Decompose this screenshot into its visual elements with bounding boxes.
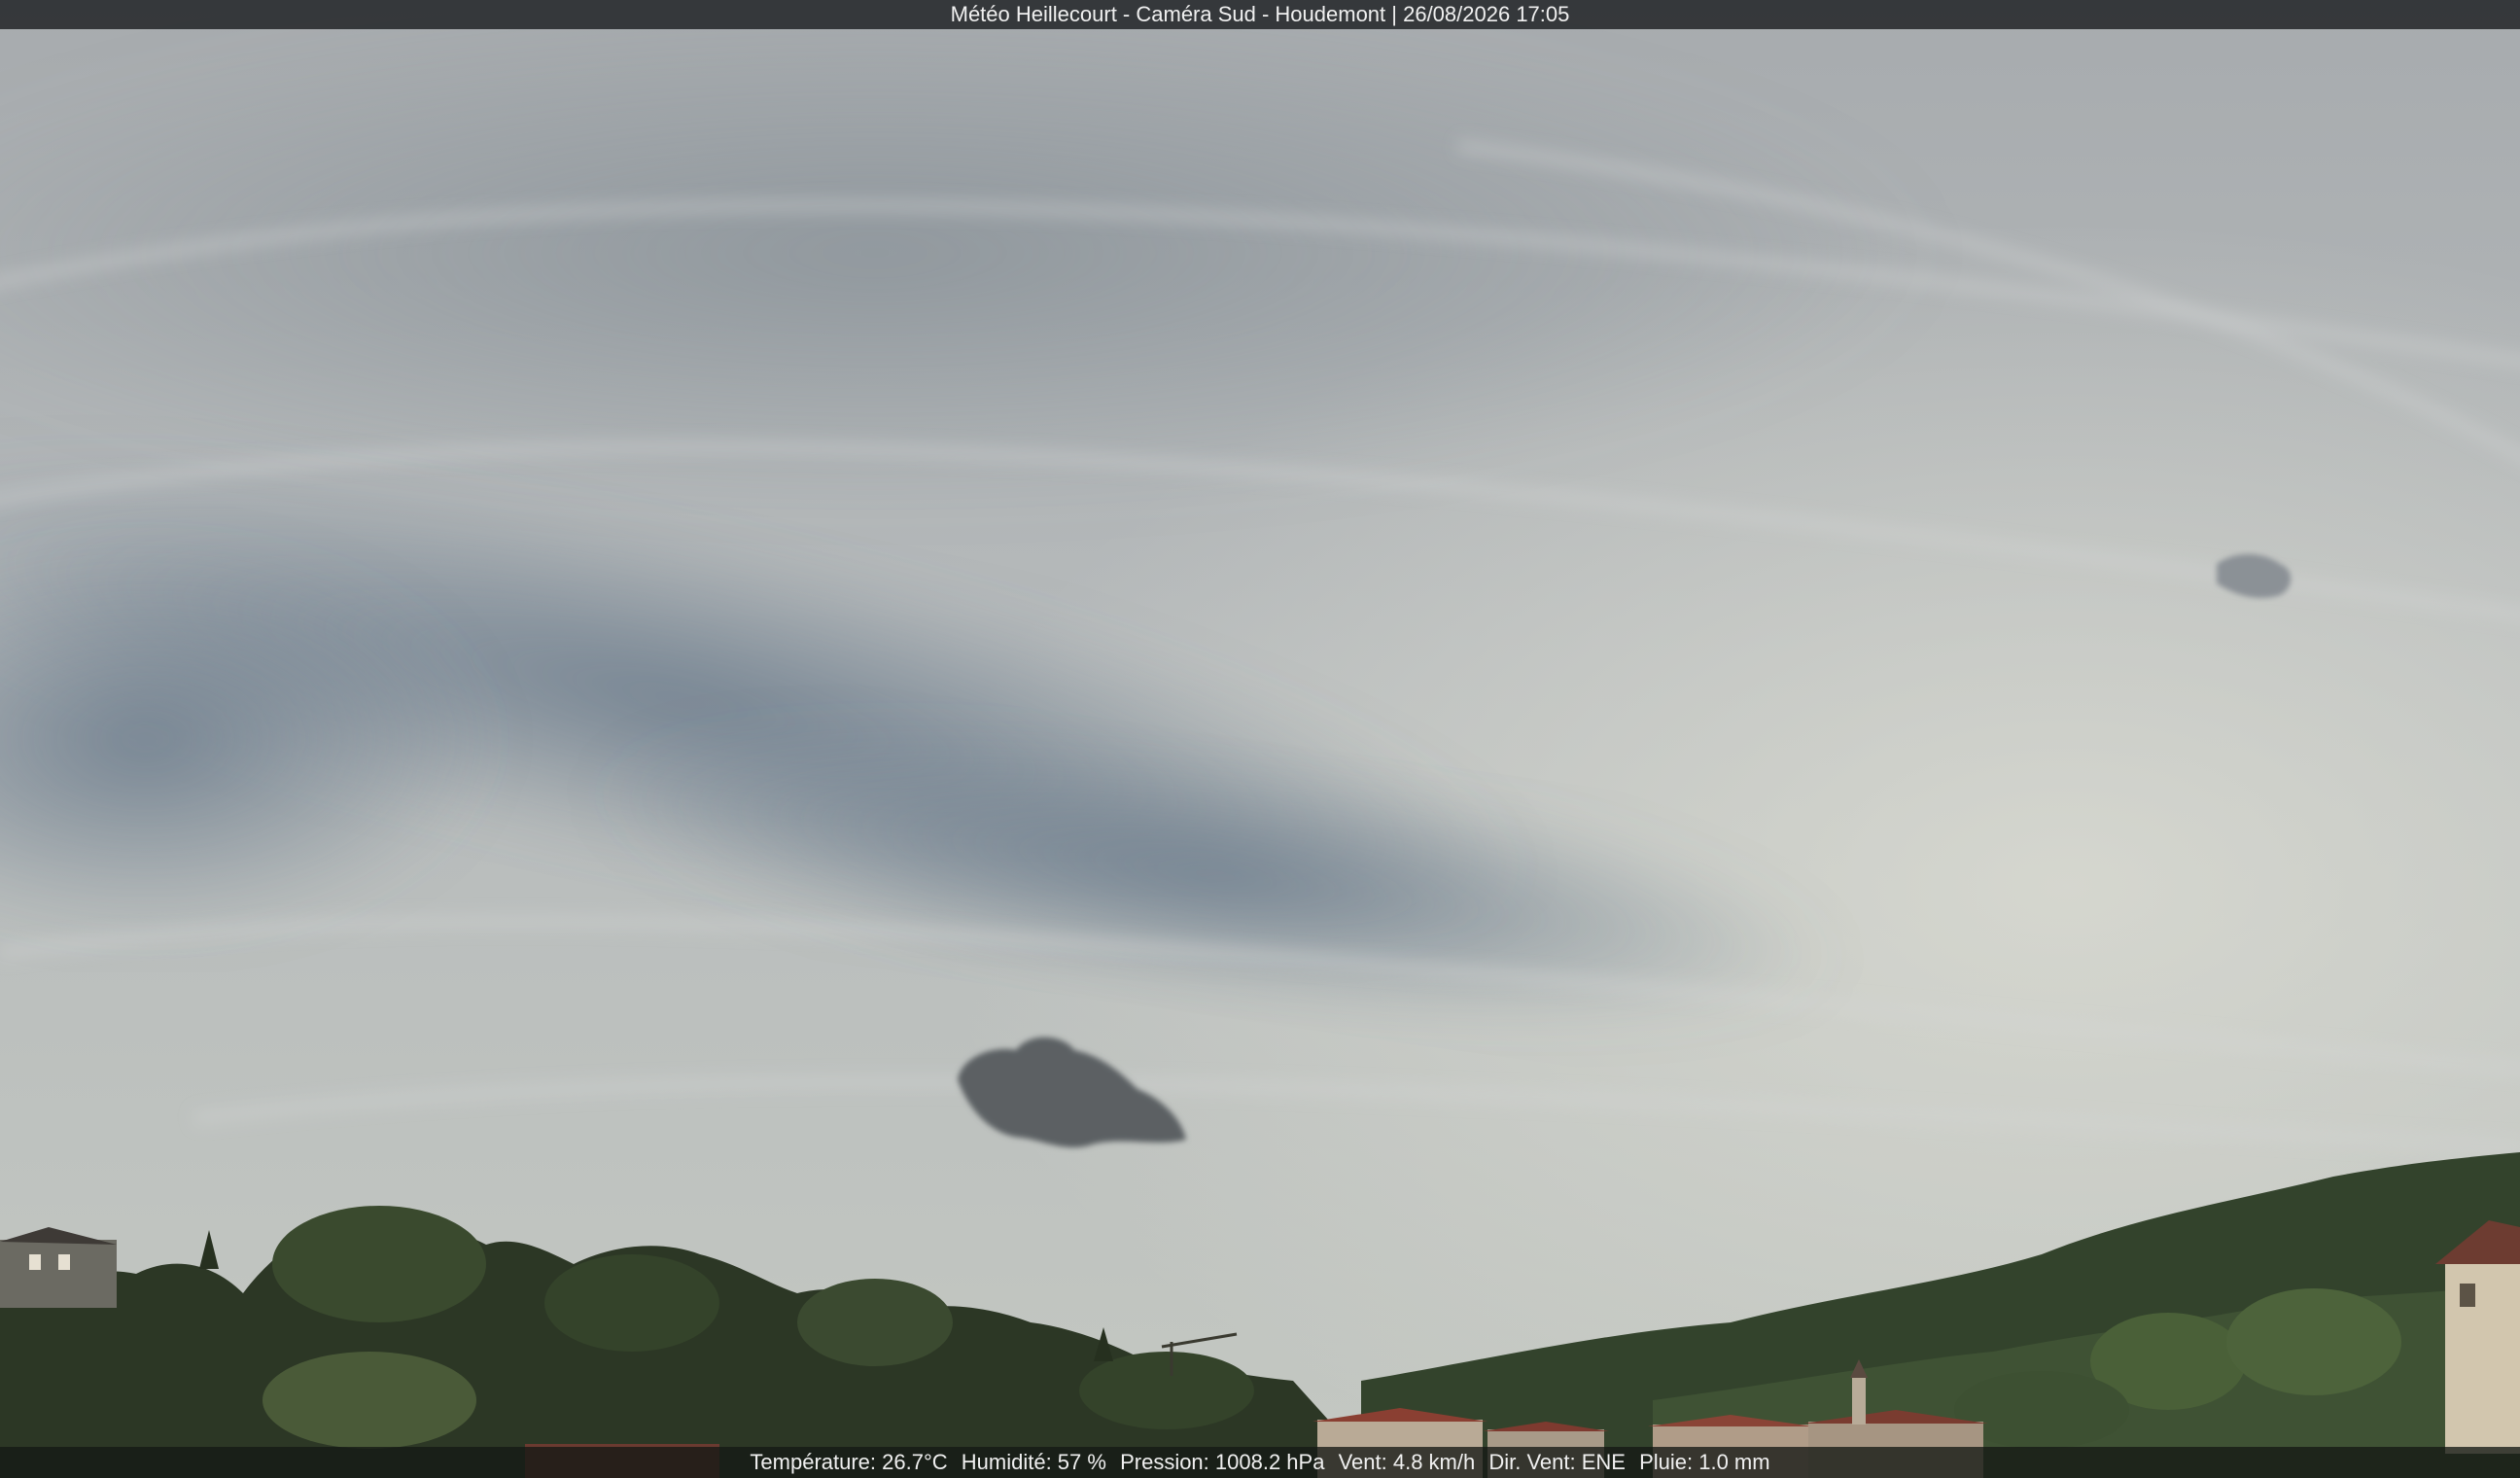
webcam-scene bbox=[0, 0, 2520, 1478]
wind-direction-readout: Dir. Vent: ENE bbox=[1488, 1450, 1626, 1474]
wind-speed-readout: Vent: 4.8 km/h bbox=[1338, 1450, 1476, 1474]
rain-readout: Pluie: 1.0 mm bbox=[1639, 1450, 1770, 1474]
weather-readout-overlay: Température: 26.7°C Humidité: 57 % Press… bbox=[0, 1447, 2520, 1478]
pressure-readout: Pression: 1008.2 hPa bbox=[1120, 1450, 1325, 1474]
webcam-frame: Météo Heillecourt - Caméra Sud - Houdemo… bbox=[0, 0, 2520, 1478]
humidity-readout: Humidité: 57 % bbox=[961, 1450, 1106, 1474]
camera-title: Météo Heillecourt - Caméra Sud - Houdemo… bbox=[950, 2, 1570, 26]
title-overlay: Météo Heillecourt - Caméra Sud - Houdemo… bbox=[0, 0, 2520, 29]
temperature-readout: Température: 26.7°C bbox=[750, 1450, 948, 1474]
